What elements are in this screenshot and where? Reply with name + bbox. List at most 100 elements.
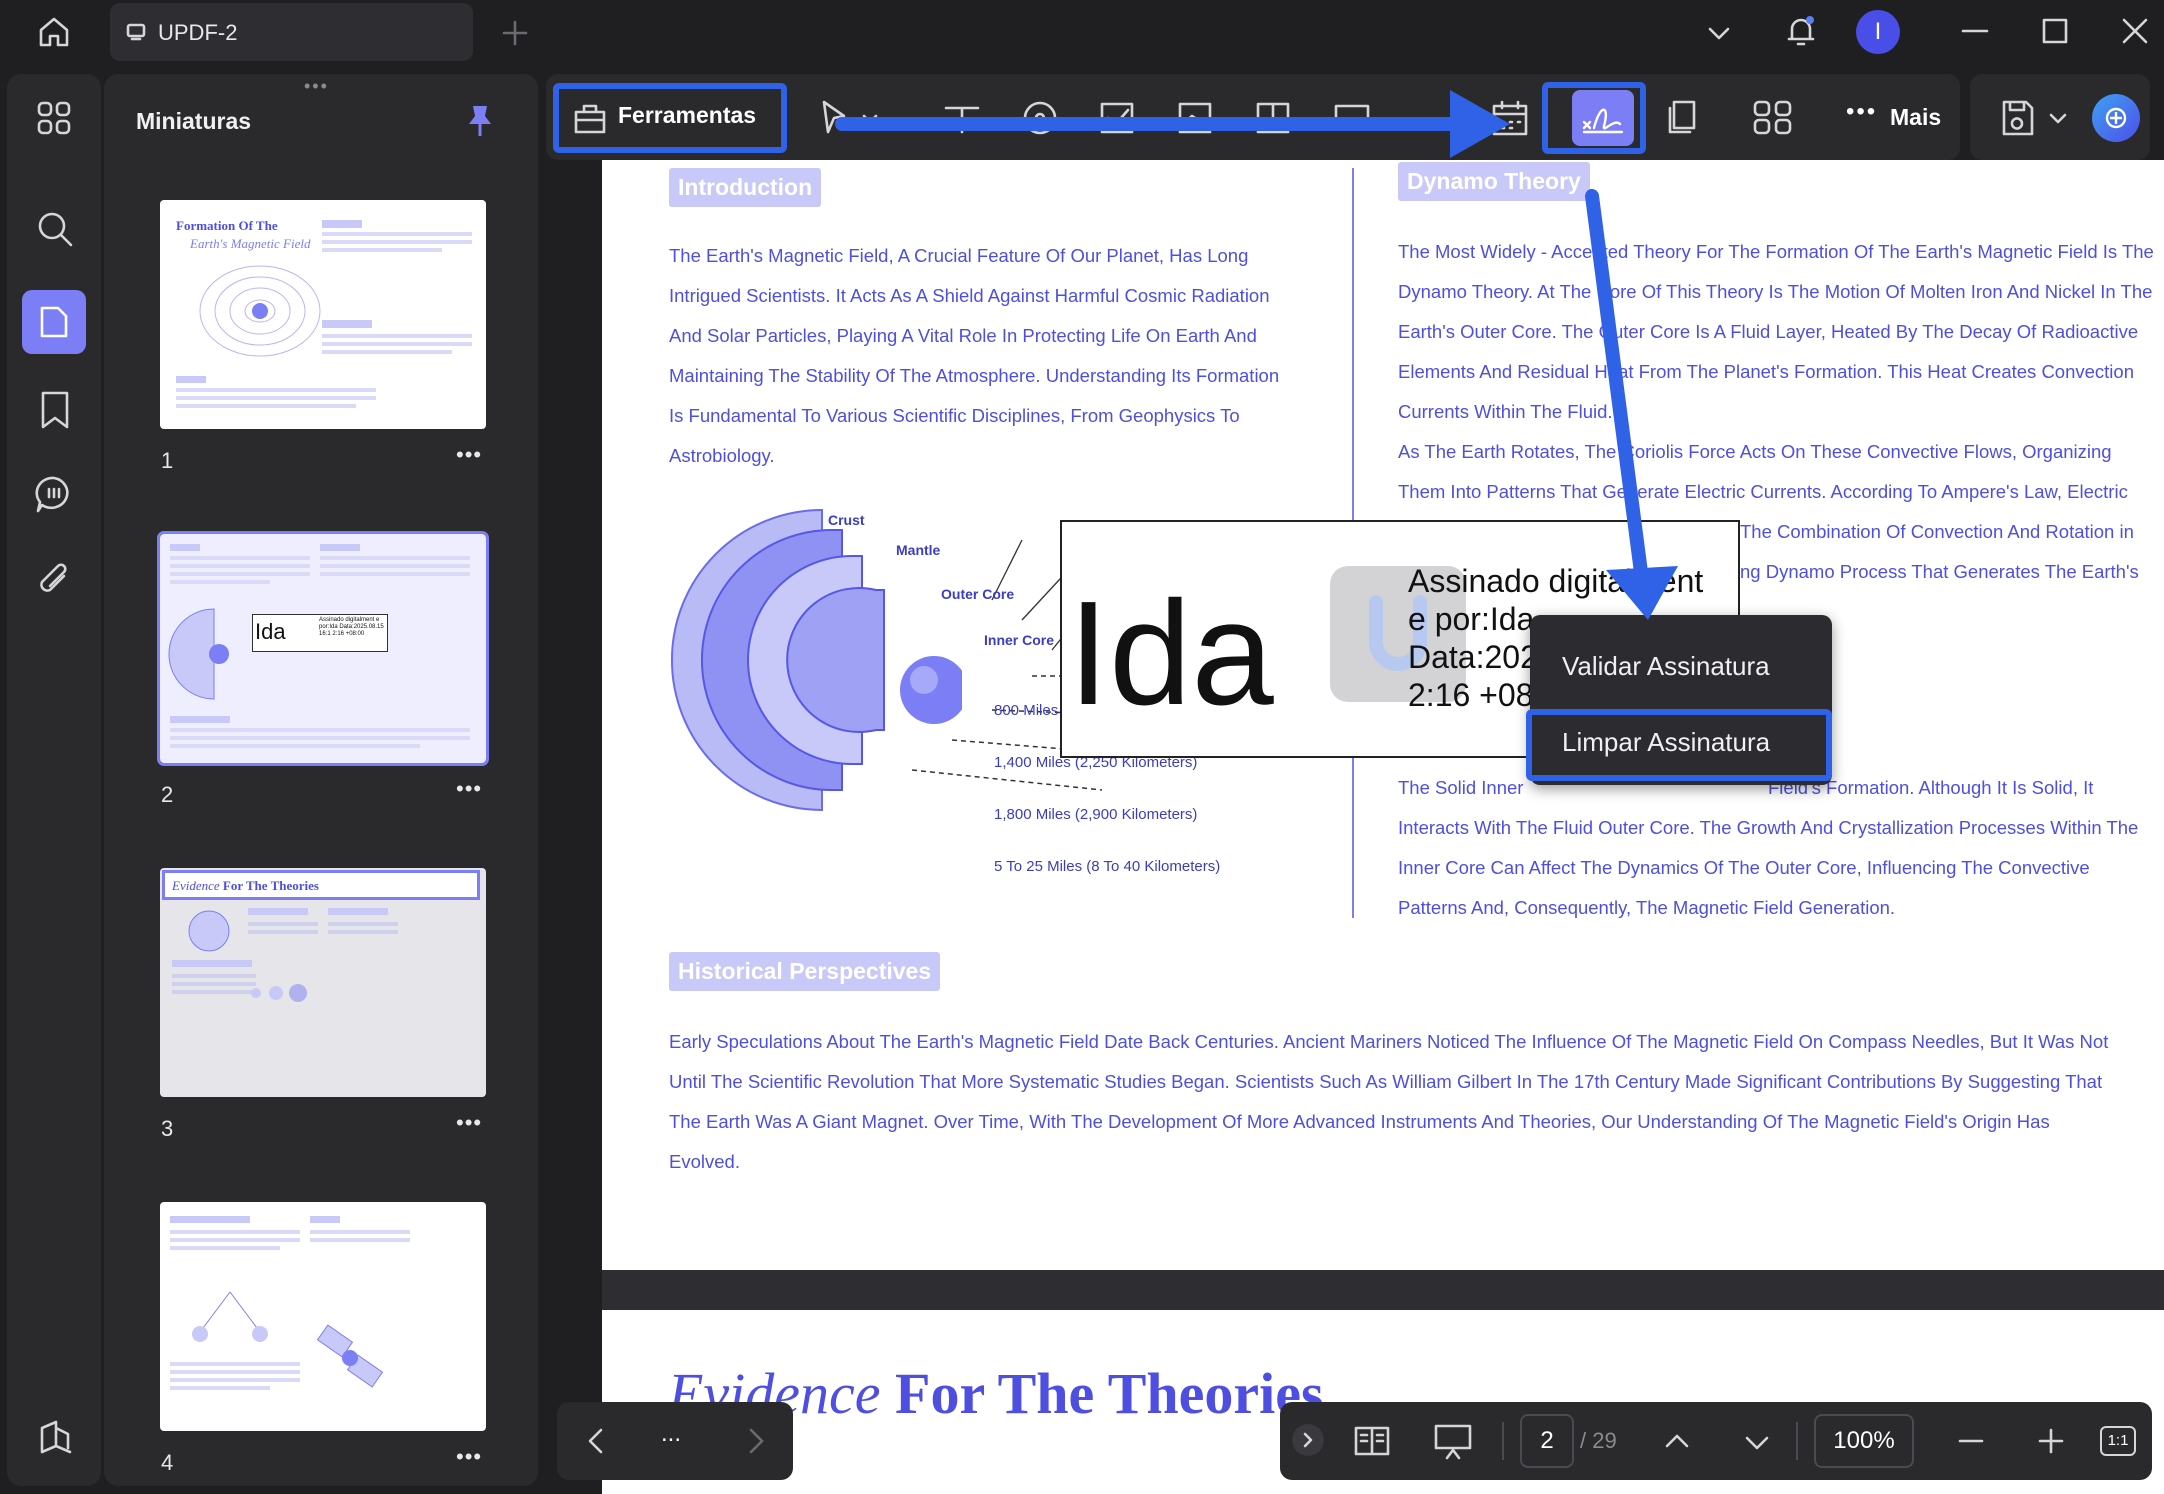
more-button[interactable]: ••• Mais: [1846, 98, 1966, 136]
select-tool-icon[interactable]: [820, 98, 880, 138]
thumbnail-more-button[interactable]: •••: [456, 776, 482, 802]
label-distance-3: 1,800 Miles (2,900 Kilometers): [994, 806, 1198, 823]
thumbnail-page-number: 4: [161, 1450, 174, 1475]
signature-context-menu: Validar Assinatura Limpar Assinatura: [1526, 615, 1832, 785]
total-pages: / 29: [1580, 1428, 1617, 1453]
comment-tool-icon[interactable]: [1020, 98, 1060, 138]
more-label: Mais: [1890, 104, 1942, 130]
monitor-icon: [126, 23, 146, 41]
panel-resize-handle[interactable]: •••: [304, 76, 329, 97]
pin-icon[interactable]: [464, 102, 496, 140]
collapse-toolbar-button[interactable]: [1292, 1424, 1324, 1456]
historical-paragraph: Early Speculations About The Earth's Mag…: [669, 1031, 2109, 1172]
attachment-icon[interactable]: [36, 560, 74, 602]
ai-assistant-button[interactable]: [2092, 94, 2140, 142]
save-options-chevron-icon[interactable]: [2046, 106, 2070, 130]
label-distance-4: 5 To 25 Miles (8 To 40 Kilometers): [994, 858, 1221, 875]
organize-pages-icon[interactable]: [1254, 98, 1294, 138]
dynamo-paragraph-3b: Field's Formation. Although It Is Solid,…: [1398, 777, 2139, 918]
reading-mode-icon[interactable]: [1352, 1422, 1392, 1460]
signature-name: Ida: [1068, 571, 1274, 736]
image-tool-icon[interactable]: [1176, 98, 1216, 138]
intro-paragraph: The Earth's Magnetic Field, A Crucial Fe…: [669, 245, 1280, 466]
presentation-icon[interactable]: [1432, 1422, 1474, 1462]
label-distance-1: 800 Miles: [994, 702, 1059, 719]
label-crust: Crust: [828, 512, 865, 528]
back-icon[interactable]: [581, 1426, 611, 1456]
home-icon[interactable]: [36, 14, 72, 50]
tools-button[interactable]: Ferramentas: [566, 90, 778, 144]
text-edit-icon[interactable]: [942, 98, 982, 138]
maximize-icon[interactable]: [2040, 16, 2070, 46]
validate-signature-item[interactable]: Validar Assinatura: [1562, 651, 1770, 682]
previous-page-icon[interactable]: [1662, 1426, 1692, 1456]
thumbnails-button[interactable]: [22, 290, 86, 354]
calendar-icon[interactable]: [1490, 98, 1530, 138]
sphere-sketch: [188, 910, 230, 952]
user-avatar[interactable]: I: [1856, 10, 1900, 54]
new-tab-icon[interactable]: [500, 18, 530, 48]
thumbnail-page-number: 1: [161, 448, 174, 473]
section-heading-introduction: Introduction: [669, 168, 822, 207]
bookmark-icon[interactable]: [38, 390, 72, 430]
thumbnail-signature-text: Assinado digitalment e por:Ida Data:2025…: [319, 617, 384, 637]
main-toolbar: Ferramentas ••• Mais: [546, 74, 1960, 160]
earth-layers-sketch: [168, 608, 229, 700]
thumbnail-more-button[interactable]: •••: [456, 442, 482, 468]
circles-sketch: [251, 984, 307, 1002]
page-thumbnail-2[interactable]: Ida Assinado digitalment e por:Ida Data:…: [157, 531, 489, 766]
page-layout-icon[interactable]: [1752, 98, 1794, 138]
more-dots-icon: •••: [1846, 98, 1878, 125]
thumbnail-more-button[interactable]: •••: [456, 1110, 482, 1136]
thumbnail-title: Formation Of The: [176, 218, 278, 233]
search-icon[interactable]: [36, 210, 74, 248]
protect-icon[interactable]: [1332, 98, 1372, 138]
label-inner-core: Inner Core: [984, 632, 1055, 648]
layers-icon[interactable]: [36, 1418, 76, 1458]
zoom-in-icon[interactable]: [2036, 1426, 2066, 1456]
page-thumbnail-3[interactable]: Evidence For The Theories: [160, 868, 486, 1097]
signature-tool-button[interactable]: [1572, 90, 1634, 146]
thumbnail-signature-box: Ida Assinado digitalment e por:Ida Data:…: [252, 614, 388, 652]
page-thumbnail-1[interactable]: Formation Of The Earth's Magnetic Field: [160, 200, 486, 429]
dynamo-paragraph-2c: ng Dynamo Process That Generates The Ear…: [1740, 561, 2139, 582]
satellite-sketch: [316, 1324, 384, 1388]
current-page-input[interactable]: 2: [1520, 1414, 1574, 1468]
dynamo-paragraph-2b: The Combination Of Convection And Rotati…: [1740, 521, 2134, 542]
history-menu-button[interactable]: ...: [661, 1420, 681, 1448]
page-icon: [40, 306, 68, 338]
ai-assistant-icon: [2105, 107, 2127, 129]
thumbnail-more-button[interactable]: •••: [456, 1444, 482, 1470]
thumbnail-panel: ••• Miniaturas Formation Of The Earth's …: [104, 74, 538, 1486]
page-navigation-bar: 2 / 29 100% 1:1: [1280, 1402, 2152, 1480]
forward-icon[interactable]: [741, 1426, 771, 1456]
notification-bell-icon[interactable]: [1784, 12, 1818, 52]
batch-icon[interactable]: [1664, 98, 1704, 138]
actual-size-button[interactable]: 1:1: [2100, 1426, 2136, 1456]
page-thumbnail-4[interactable]: [160, 1202, 486, 1431]
close-icon[interactable]: [2120, 16, 2150, 46]
thumbnail-title: Evidence For The Theories: [172, 878, 319, 893]
tab-title: UPDF-2: [158, 20, 238, 45]
chevron-right-icon: [1303, 1432, 1313, 1448]
next-page-icon[interactable]: [1742, 1428, 1772, 1458]
save-icon[interactable]: [1998, 96, 2038, 140]
toolbox-icon: [574, 104, 606, 134]
chevron-down-icon[interactable]: [1704, 18, 1734, 48]
thumbnail-page-number: 3: [161, 1116, 174, 1141]
thumbnail-page-number: 2: [161, 782, 174, 807]
grid-icon[interactable]: [36, 100, 72, 136]
dynamo-paragraph-1: The Most Widely - Accepted Theory For Th…: [1398, 241, 2154, 422]
minimize-icon[interactable]: [1960, 16, 1990, 46]
document-tab[interactable]: UPDF-2: [110, 3, 473, 61]
zoom-out-icon[interactable]: [1956, 1426, 1986, 1456]
zoom-level-input[interactable]: 100%: [1814, 1414, 1914, 1468]
form-checkbox-icon[interactable]: [1098, 98, 1138, 138]
panel-title: Miniaturas: [136, 108, 252, 134]
dynamo-paragraph-2: As The Earth Rotates, The Coriolis Force…: [1398, 441, 2128, 502]
label-outer-core: Outer Core: [941, 586, 1015, 602]
page-history-nav: ...: [557, 1402, 793, 1480]
clear-signature-item[interactable]: Limpar Assinatura: [1562, 727, 1770, 758]
antenna-sketch: [192, 1291, 268, 1342]
comment-icon[interactable]: [34, 474, 74, 514]
